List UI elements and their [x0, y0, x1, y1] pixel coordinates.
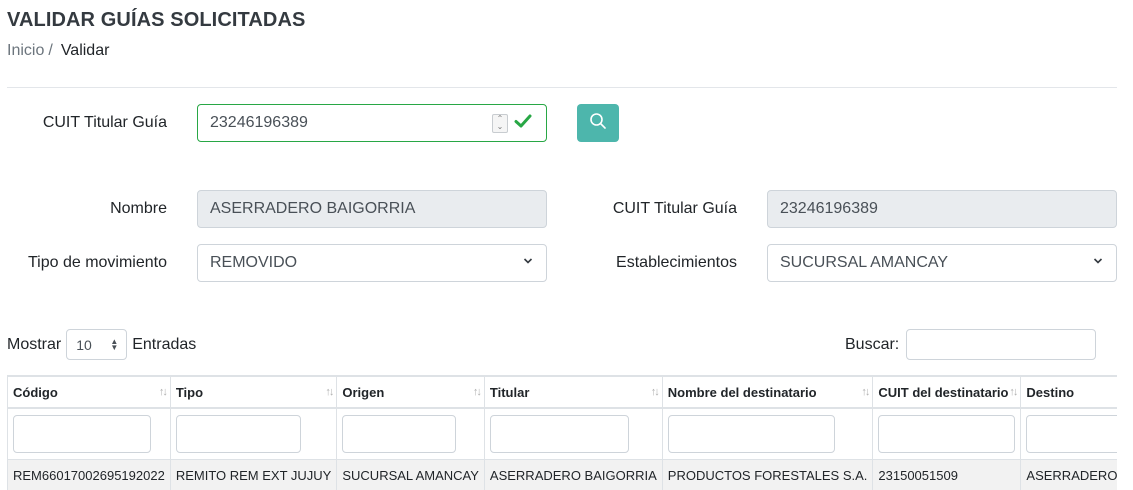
cuit-titular-label: CUIT Titular Guía: [612, 200, 737, 217]
tipo-movimiento-value: REMOVIDO: [210, 254, 298, 271]
cuit-titular-value: 23246196389: [780, 200, 878, 217]
page-title: VALIDAR GUÍAS SOLICITADAS: [7, 9, 306, 31]
establecimientos-label: Establecimientos: [616, 254, 737, 271]
filter-cuit-destinatario-input[interactable]: [878, 414, 1016, 453]
page-length-select[interactable]: 10 ▲ ▼: [66, 329, 128, 360]
table-row[interactable]: REM66017002695192022 REMITO REM EXT JUJU…: [7, 458, 1117, 490]
sort-updown-icon: ▲ ▼: [110, 336, 119, 352]
table-search-control: Buscar:: [845, 329, 1097, 360]
cuit-search-input[interactable]: 23246196389 ⌃ ⌄: [197, 104, 547, 142]
table-search-input[interactable]: [906, 329, 1097, 360]
sort-icon: ↑↓: [861, 386, 870, 398]
breadcrumb-current: Validar: [60, 42, 110, 59]
nombre-value: ASERRADERO BAIGORRIA: [210, 200, 416, 217]
column-header-destino[interactable]: Destino↑↓: [1020, 375, 1117, 409]
filter-codigo-input[interactable]: [13, 414, 151, 453]
tipo-movimiento-select[interactable]: REMOVIDO: [197, 244, 547, 282]
valid-check-icon: [514, 112, 532, 135]
column-header-cuit-destinatario[interactable]: CUIT del destinatario ↑↓: [872, 375, 1022, 409]
cell-tipo: REMITO REM EXT JUJUY: [169, 458, 338, 490]
column-header-origen[interactable]: Origen ↑↓: [336, 375, 485, 409]
sort-icon: ↑↓: [472, 386, 482, 398]
guides-table-wrapper: Código ↑↓ Tipo ↑↓ Origen ↑↓ Titular ↑↓ Nombr…: [7, 375, 1117, 490]
guides-table: Código ↑↓ Tipo ↑↓ Origen ↑↓ Titular ↑↓ Nombr…: [7, 375, 1117, 490]
cuit-search-value: 23246196389: [210, 114, 308, 131]
cell-destino: ASERRADERO DEL SC: [1020, 458, 1117, 490]
sort-icon: ↑↓: [650, 386, 660, 398]
chevron-down-icon: [1092, 254, 1104, 272]
table-search-label: Buscar:: [845, 335, 900, 353]
filter-destino-input[interactable]: [1026, 414, 1117, 453]
sort-icon: ↑↓: [158, 386, 168, 398]
header-divider: [7, 87, 1117, 88]
establecimientos-value: SUCURSAL AMANCAY: [780, 254, 949, 271]
cell-cuit-destinatario: 23150051509: [872, 458, 1022, 490]
filter-nombre-destinatario-input[interactable]: [667, 414, 835, 453]
filter-tipo-input[interactable]: [175, 414, 301, 453]
breadcrumb-separator: /: [48, 42, 53, 59]
cell-nombre-destinatario: PRODUCTOS FORESTALES S.A.: [661, 458, 874, 490]
column-header-codigo[interactable]: Código ↑↓: [7, 375, 171, 409]
page-length-control: Mostrar 10 ▲ ▼ Entradas: [7, 329, 196, 360]
column-header-titular[interactable]: Titular ↑↓: [483, 375, 663, 409]
search-button[interactable]: [577, 104, 619, 142]
cuit-titular-field: 23246196389: [767, 190, 1117, 228]
number-spinner-icon[interactable]: ⌃ ⌄: [492, 114, 508, 133]
chevron-down-icon: [522, 254, 534, 272]
page-length-value: 10: [76, 336, 92, 353]
column-header-tipo[interactable]: Tipo ↑↓: [169, 375, 338, 409]
nombre-label: Nombre: [110, 200, 167, 217]
breadcrumb-home-link[interactable]: Inicio: [7, 42, 44, 59]
breadcrumb: Inicio / Validar: [7, 42, 109, 60]
entries-label: Entradas: [132, 335, 197, 353]
column-filter-row: [7, 407, 1117, 460]
filter-origen-input[interactable]: [342, 414, 457, 453]
tipo-movimiento-label: Tipo de movimiento: [27, 254, 167, 271]
filter-titular-input[interactable]: [489, 414, 629, 453]
sort-icon: ↑↓: [325, 386, 334, 398]
cell-origen: SUCURSAL AMANCAY: [336, 458, 485, 490]
cuit-search-label: CUIT Titular Guía: [42, 114, 167, 131]
nombre-field: ASERRADERO BAIGORRIA: [197, 190, 547, 228]
show-label: Mostrar: [7, 335, 62, 353]
sort-icon: ↑↓: [1009, 386, 1018, 398]
column-header-nombre-destinatario[interactable]: Nombre del destinatario ↑↓: [661, 375, 874, 409]
search-icon: [589, 112, 607, 135]
cell-titular: ASERRADERO BAIGORRIA: [483, 458, 663, 490]
establecimientos-select[interactable]: SUCURSAL AMANCAY: [767, 244, 1117, 282]
cell-codigo: REM66017002695192022: [7, 458, 171, 490]
table-header-row: Código ↑↓ Tipo ↑↓ Origen ↑↓ Titular ↑↓ Nombr…: [7, 375, 1117, 409]
